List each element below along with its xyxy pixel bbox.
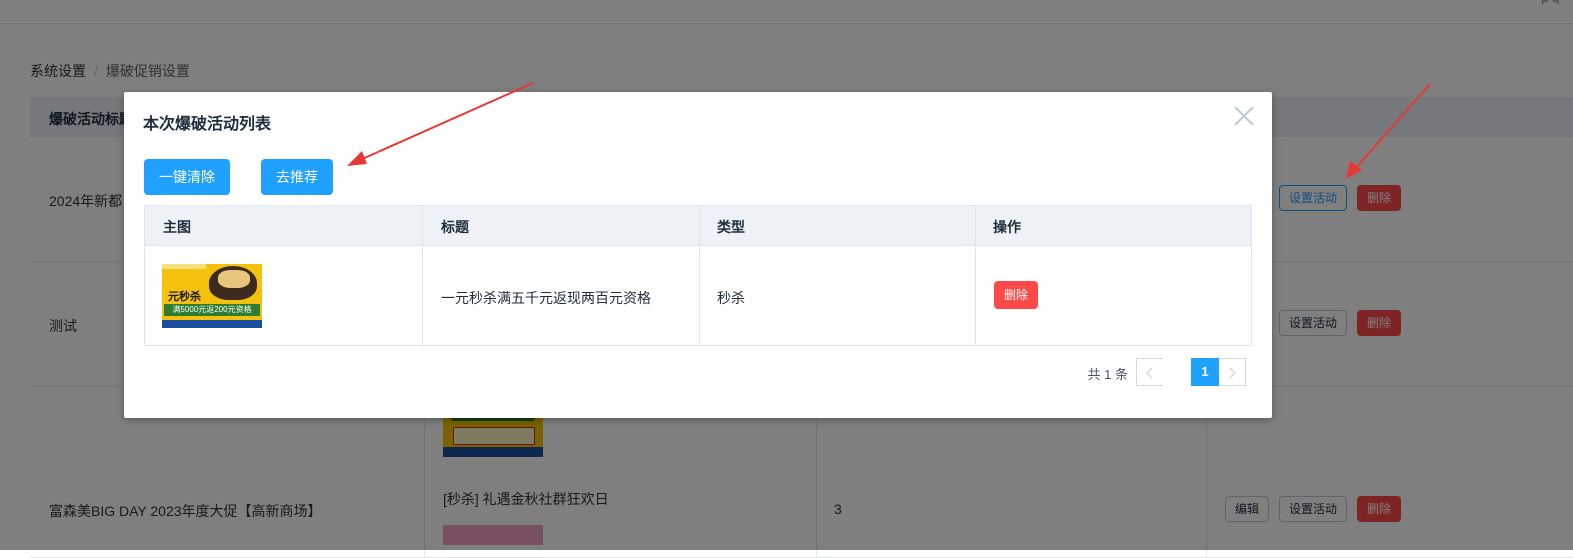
close-icon[interactable] — [1232, 104, 1256, 128]
column-header-image: 主图 — [163, 219, 191, 235]
image-footer-strip — [162, 320, 262, 328]
column-header-type: 类型 — [717, 219, 745, 235]
column-divider — [699, 206, 700, 345]
delete-button[interactable]: 删除 — [994, 281, 1039, 309]
product-main-image: 元秒杀 满5000元返200元资格 — [162, 264, 262, 328]
image-header-strip — [162, 264, 206, 269]
image-logo-highlight — [218, 270, 250, 288]
column-divider — [975, 206, 976, 345]
next-page-button[interactable] — [1219, 358, 1246, 386]
image-banner: 满5000元返200元资格 — [164, 304, 260, 316]
pagination-total: 共 1 条 — [1087, 367, 1128, 382]
activity-list-dialog: 本次爆破活动列表 一键清除 去推荐 主图 标题 类型 操作 元秒杀 满5000元… — [124, 92, 1272, 418]
activity-list-table: 主图 标题 类型 操作 元秒杀 满5000元返200元资格 一元秒杀满五千元返现… — [144, 205, 1252, 346]
row-title: 一元秒杀满五千元返现两百元资格 — [441, 290, 651, 306]
recommend-button[interactable]: 去推荐 — [261, 159, 333, 195]
column-header-title: 标题 — [441, 219, 469, 235]
row-type: 秒杀 — [717, 290, 745, 306]
column-header-actions: 操作 — [993, 219, 1021, 235]
clear-all-button[interactable]: 一键清除 — [144, 159, 230, 195]
dialog-title: 本次爆破活动列表 — [143, 116, 272, 133]
pagination: 共 1 条 1 — [1026, 358, 1246, 386]
image-title: 元秒杀 — [168, 291, 201, 303]
column-divider — [422, 206, 423, 345]
table-header: 主图 标题 类型 操作 — [145, 206, 1251, 246]
page-number[interactable]: 1 — [1191, 358, 1219, 386]
prev-page-button[interactable] — [1136, 358, 1163, 386]
